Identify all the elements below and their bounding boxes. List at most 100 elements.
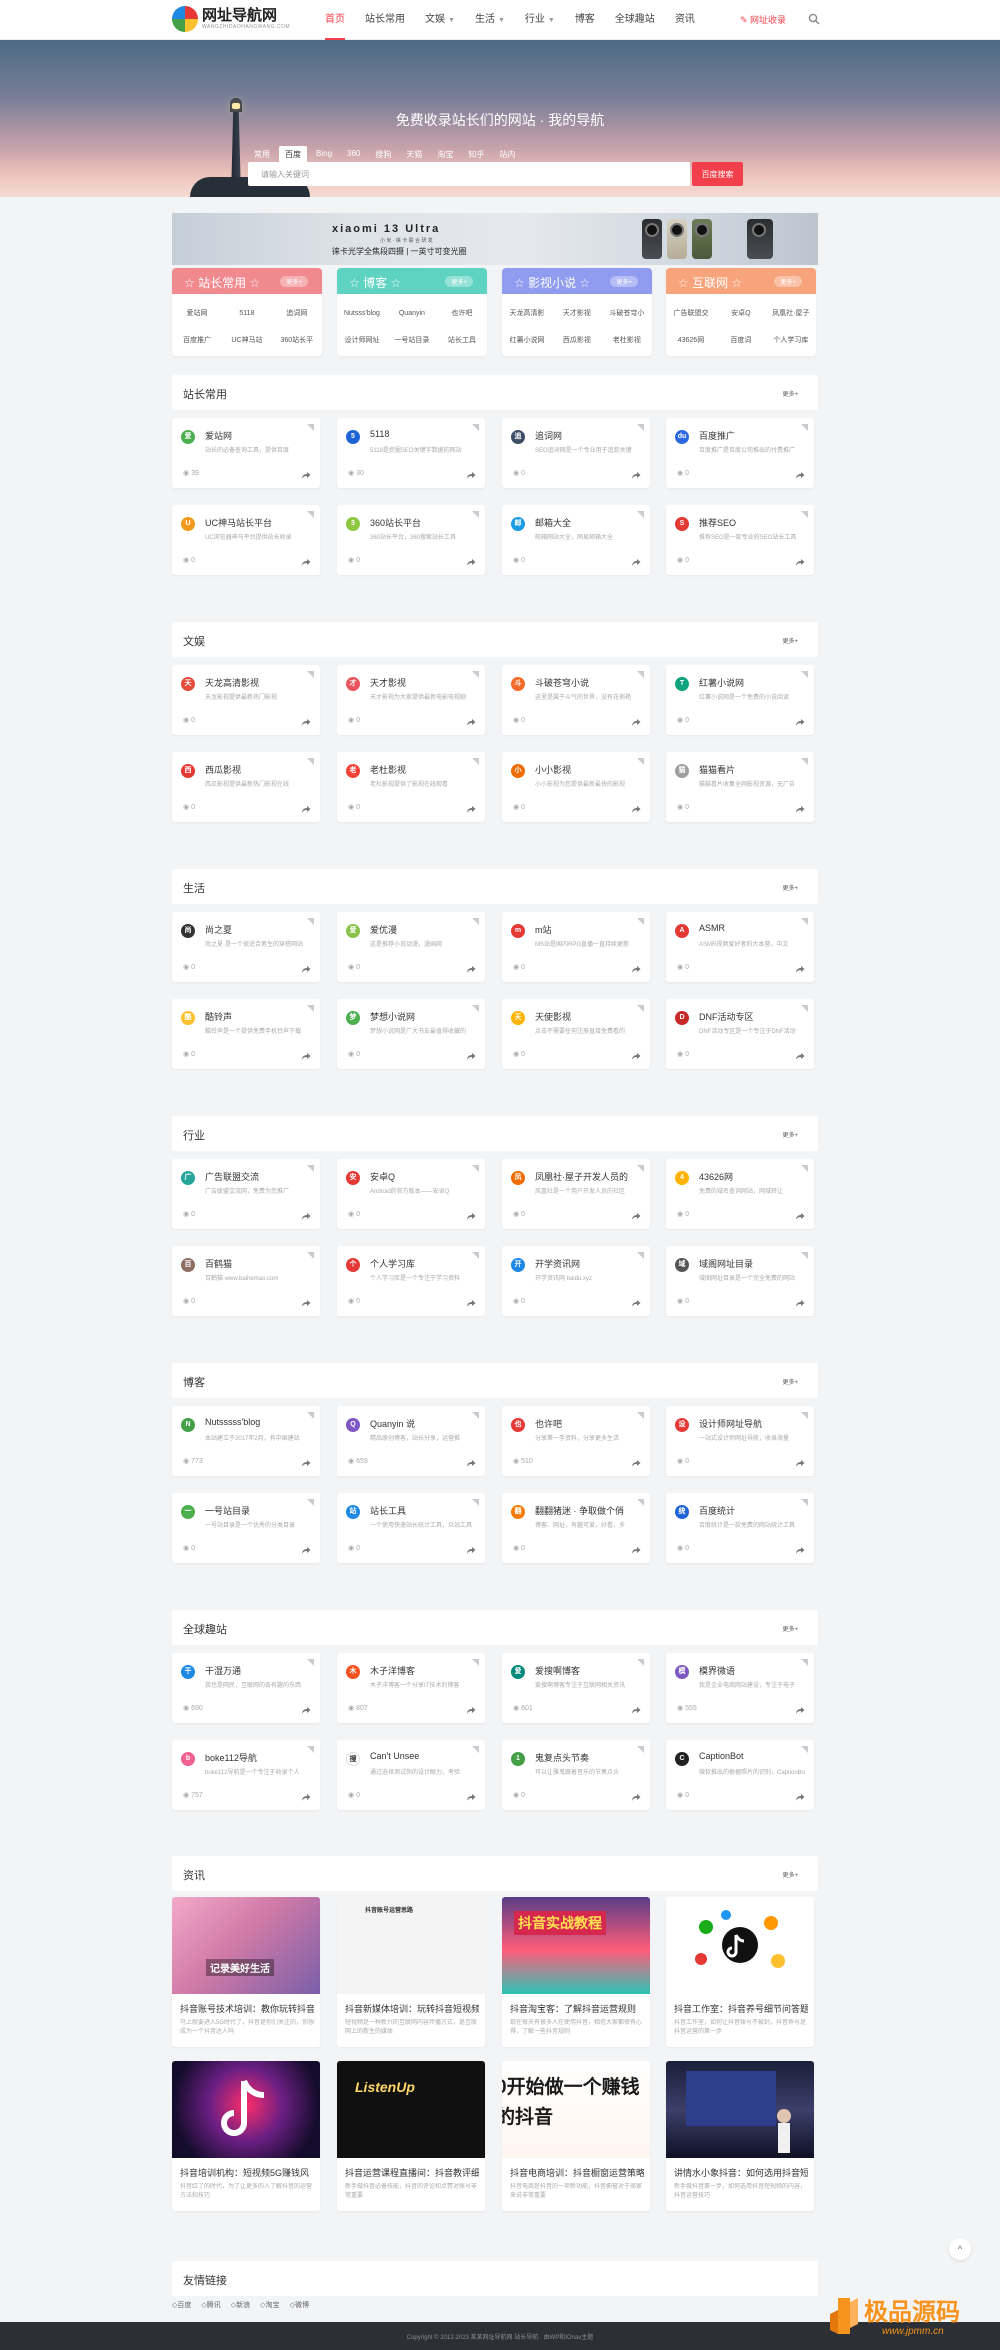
share-icon[interactable]: [631, 1704, 641, 1714]
news-thumbnail[interactable]: [666, 2061, 814, 2158]
share-icon[interactable]: [466, 1297, 476, 1307]
category-link[interactable]: 也许吧: [437, 300, 487, 327]
share-icon[interactable]: [795, 963, 805, 973]
category-link[interactable]: 追词网: [272, 300, 322, 327]
category-link[interactable]: 天龙高清影: [502, 300, 552, 327]
section-more-link[interactable]: 更多+: [782, 636, 798, 645]
site-name[interactable]: 5118: [370, 429, 389, 439]
site-card[interactable]: 小小小影视 小小影视为您提供最新最快的影视 ◉ 0: [502, 752, 650, 822]
category-more-button[interactable]: 更多+: [445, 276, 473, 287]
corner-arrow-icon[interactable]: [307, 671, 314, 678]
site-card[interactable]: 3 360站长平台 360站长平台，360搜索站长工具 ◉ 0: [337, 505, 485, 575]
category-link[interactable]: 斗破苍穹小: [602, 300, 652, 327]
site-name[interactable]: 安卓Q: [370, 1170, 395, 1183]
search-icon[interactable]: [808, 13, 820, 25]
corner-arrow-icon[interactable]: [472, 1499, 479, 1506]
search-tab[interactable]: 天猫: [400, 146, 428, 163]
site-name[interactable]: CaptionBot: [699, 1751, 744, 1761]
share-icon[interactable]: [631, 556, 641, 566]
site-card[interactable]: 猫猫猫看片 猫猫看片收集全网影视资源，无广告 ◉ 0: [666, 752, 814, 822]
site-card[interactable]: 开开学资讯网 开学资讯网 baidu.xyz ◉ 0: [502, 1246, 650, 1316]
share-icon[interactable]: [631, 1457, 641, 1467]
share-icon[interactable]: [301, 1544, 311, 1554]
friend-link[interactable]: ◇百度: [172, 2300, 191, 2310]
share-icon[interactable]: [795, 1791, 805, 1801]
news-title[interactable]: 抖音培训机构：短视频5G赚钱风: [180, 2166, 314, 2179]
news-title[interactable]: 抖音电商培训：抖音橱窗运营策略: [510, 2166, 644, 2179]
site-card[interactable]: 凤凤凰社·屋子开发人员的 凤凰社是一个用户开发人员的社区 ◉ 0: [502, 1159, 650, 1229]
site-card[interactable]: 老老杜影视 老杜影视提供了影视在线观看 ◉ 0: [337, 752, 485, 822]
category-more-button[interactable]: 更多+: [610, 276, 638, 287]
corner-arrow-icon[interactable]: [472, 1165, 479, 1172]
ad-banner[interactable]: xiaomi 13 Ultra 小 米 · 徕 卡 联 合 研 发 徕卡光学全焦…: [172, 213, 818, 265]
category-more-button[interactable]: 更多+: [280, 276, 308, 287]
share-icon[interactable]: [301, 1457, 311, 1467]
site-name[interactable]: 一号站目录: [205, 1504, 250, 1517]
site-name[interactable]: 斗破苍穹小说: [535, 676, 589, 689]
category-link[interactable]: 老杜影视: [602, 327, 652, 354]
share-icon[interactable]: [301, 803, 311, 813]
site-name[interactable]: 梦想小说网: [370, 1010, 415, 1023]
site-name[interactable]: 也许吧: [535, 1417, 562, 1430]
site-card[interactable]: 爱爱优漫 这是推荐小说动漫，漫画网 ◉ 0: [337, 912, 485, 982]
category-link[interactable]: 天才影视: [552, 300, 602, 327]
site-name[interactable]: 爱搜啊博客: [535, 1664, 580, 1677]
site-card[interactable]: 模模界微语 我是企业电商网站建设，专注于电子 ◉ 555: [666, 1653, 814, 1723]
corner-arrow-icon[interactable]: [801, 1499, 808, 1506]
search-input[interactable]: [248, 162, 690, 186]
corner-arrow-icon[interactable]: [307, 758, 314, 765]
site-name[interactable]: 站长工具: [370, 1504, 406, 1517]
news-card[interactable]: 抖音实战教程 抖音淘宝客：了解抖音运营规则 现在每天有很多人在使用抖音，相信大家都很…: [502, 1897, 650, 2047]
share-icon[interactable]: [301, 556, 311, 566]
share-icon[interactable]: [795, 803, 805, 813]
category-link[interactable]: 一号站目录: [387, 327, 437, 354]
friend-link[interactable]: ◇微博: [290, 2300, 309, 2310]
site-card[interactable]: 木木子洋博客 木子洋博客一个分享IT技术的博客 ◉ 807: [337, 1653, 485, 1723]
corner-arrow-icon[interactable]: [637, 671, 644, 678]
site-name[interactable]: Can't Unsee: [370, 1751, 419, 1761]
site-card[interactable]: m m站 MS站是国内RPG直播一直持续更新 ◉ 0: [502, 912, 650, 982]
news-card[interactable]: 抖音工作室：抖音养号细节问答题 抖音工作室，如何让抖音账号不被封，抖音养号是抖音运…: [666, 1897, 814, 2047]
category-link[interactable]: 西瓜影视: [552, 327, 602, 354]
share-icon[interactable]: [631, 963, 641, 973]
news-title[interactable]: 抖音账号技术培训：教你玩转抖音代理: [180, 2002, 314, 2015]
site-name[interactable]: 爱优漫: [370, 923, 397, 936]
site-name[interactable]: UC神马站长平台: [205, 516, 272, 529]
site-card[interactable]: 4 43626网 免费的域名查询网站，网域转让 ◉ 0: [666, 1159, 814, 1229]
site-name[interactable]: 老杜影视: [370, 763, 406, 776]
site-name[interactable]: ASMR: [699, 923, 725, 933]
site-card[interactable]: U UC神马站长平台 UC浏览器神马平台提供站长收录 ◉ 0: [172, 505, 320, 575]
category-link[interactable]: 爱站网: [172, 300, 222, 327]
share-icon[interactable]: [301, 1297, 311, 1307]
share-icon[interactable]: [631, 716, 641, 726]
site-card[interactable]: 尚尚之夏 尚之夏·是一个很适合男生的穿搭网站 ◉ 0: [172, 912, 320, 982]
category-link[interactable]: 360站长平: [272, 327, 322, 354]
site-name[interactable]: 开学资讯网: [535, 1257, 580, 1270]
site-name[interactable]: 天使影视: [535, 1010, 571, 1023]
news-card[interactable]: 0开始做一个赚钱的抖音 抖音电商培训：抖音橱窗运营策略 抖音电商是抖音的一项新功能，…: [502, 2061, 650, 2211]
site-name[interactable]: m站: [535, 923, 552, 936]
site-card[interactable]: 梦梦想小说网 梦想小说网是广大书友最值得收藏的 ◉ 0: [337, 999, 485, 1069]
share-icon[interactable]: [631, 803, 641, 813]
news-thumbnail[interactable]: 0开始做一个赚钱的抖音: [502, 2061, 650, 2158]
submit-site-link[interactable]: ✎ 网址收录: [740, 0, 786, 40]
corner-arrow-icon[interactable]: [637, 918, 644, 925]
corner-arrow-icon[interactable]: [637, 424, 644, 431]
news-title[interactable]: 抖音淘宝客：了解抖音运营规则: [510, 2002, 644, 2015]
site-name[interactable]: 酷铃声: [205, 1010, 232, 1023]
site-card[interactable]: 广广告联盟交流 广告联盟交流网，免费为您推广 ◉ 0: [172, 1159, 320, 1229]
corner-arrow-icon[interactable]: [801, 758, 808, 765]
search-tab[interactable]: 搜狗: [369, 146, 397, 163]
corner-arrow-icon[interactable]: [801, 1165, 808, 1172]
site-card[interactable]: 邮邮箱大全 邮箱网站大全，网易邮箱大全 ◉ 0: [502, 505, 650, 575]
news-card[interactable]: 抖音账号运营思路 抖音新媒体培训：玩转抖音短视频 短视频是一种新兴的互联网内容传播方…: [337, 1897, 485, 2047]
news-card[interactable]: 抖音培训机构：短视频5G赚钱风 抖音红了的时代，为了让更多的人了解抖音的运营方法和…: [172, 2061, 320, 2211]
site-card[interactable]: 个个人学习库 个人学习库是一个专注于学习资料 ◉ 0: [337, 1246, 485, 1316]
site-card[interactable]: 5 5118 5118是挖掘SEO关键字数据的网站 ◉ 30: [337, 418, 485, 488]
site-name[interactable]: 翻翻猪迷 · 争取做个俏: [535, 1504, 624, 1517]
friend-link[interactable]: ◇腾讯: [201, 2300, 220, 2310]
search-tab[interactable]: 360: [341, 146, 366, 163]
corner-arrow-icon[interactable]: [472, 758, 479, 765]
corner-arrow-icon[interactable]: [307, 1252, 314, 1259]
share-icon[interactable]: [795, 469, 805, 479]
